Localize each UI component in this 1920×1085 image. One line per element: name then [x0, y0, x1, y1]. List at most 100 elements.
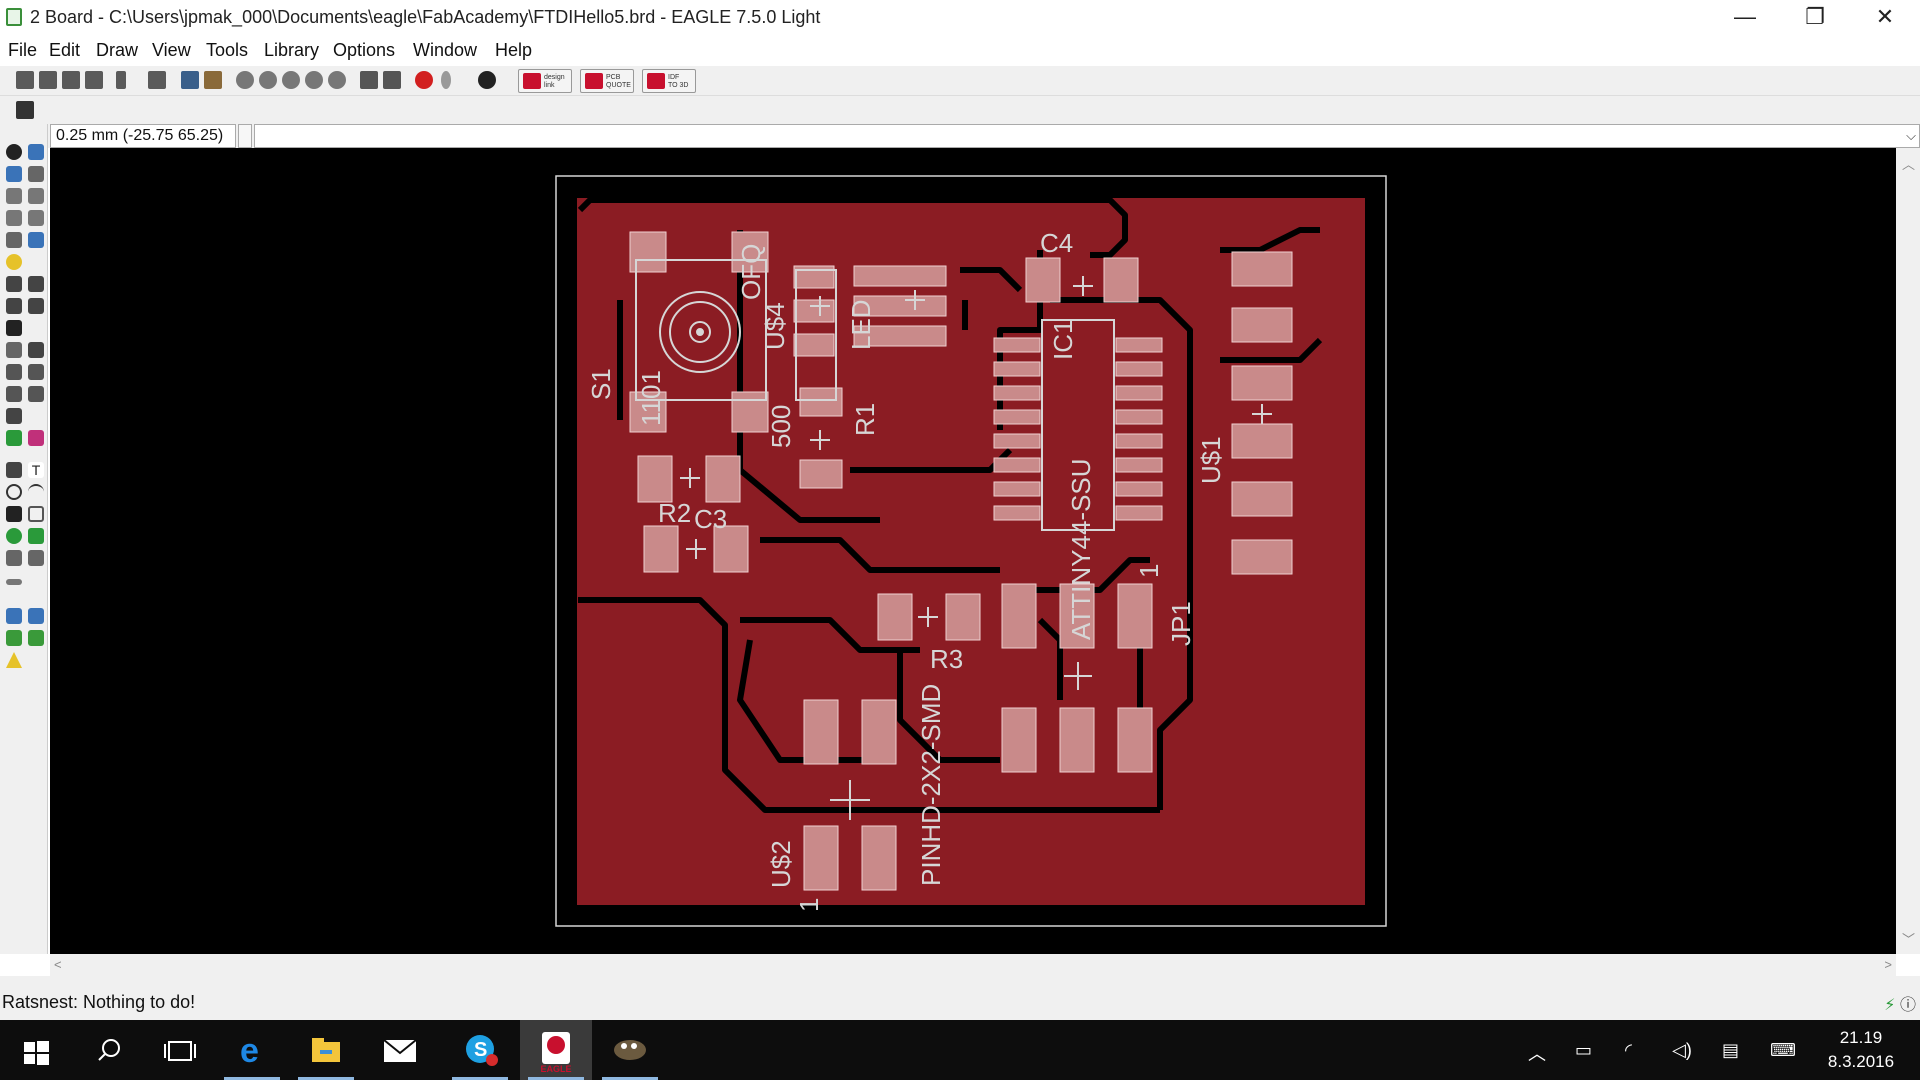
paste-icon[interactable] — [6, 254, 22, 270]
open-icon[interactable] — [16, 71, 34, 89]
show-icon[interactable] — [28, 144, 44, 160]
vertical-scrollbar[interactable]: ︿ ﹀ — [1896, 148, 1920, 954]
show-hidden-icons[interactable]: ︿ — [1528, 1040, 1546, 1066]
menu-window[interactable]: Window — [413, 40, 477, 61]
board-icon[interactable] — [181, 71, 199, 89]
ripup-icon[interactable] — [28, 430, 44, 446]
lightning-icon[interactable]: ⚡ — [1884, 997, 1895, 1014]
name-icon[interactable] — [28, 298, 44, 314]
scroll-left-icon[interactable]: < — [54, 957, 62, 972]
erc-icon[interactable] — [28, 630, 44, 646]
menu-options[interactable]: Options — [333, 40, 395, 61]
attribute-icon[interactable] — [28, 550, 44, 566]
menu-library[interactable]: Library — [264, 40, 319, 61]
redo-icon[interactable] — [383, 71, 401, 89]
polygon-icon[interactable] — [28, 506, 44, 522]
skype-button[interactable]: S — [444, 1020, 516, 1080]
idf-to-3d-button[interactable]: IDF TO 3D — [642, 69, 696, 93]
eagle-button[interactable]: EAGLE — [520, 1020, 592, 1080]
add-icon[interactable] — [28, 276, 44, 292]
signal-icon[interactable] — [28, 528, 44, 544]
go-icon[interactable] — [441, 71, 451, 89]
menu-help[interactable]: Help — [495, 40, 532, 61]
display-icon[interactable] — [6, 166, 22, 182]
value-icon[interactable] — [28, 342, 44, 358]
menu-tools[interactable]: Tools — [206, 40, 248, 61]
design-link-button[interactable]: design link — [518, 69, 572, 93]
meander-icon[interactable] — [6, 408, 22, 424]
task-view-button[interactable] — [144, 1020, 216, 1080]
board-canvas[interactable]: S1 C4 R1 500 LED U$4 U$1 U$2 R2 C3 R3 IC… — [50, 148, 1896, 954]
schematic-icon[interactable] — [204, 71, 222, 89]
gimp-button[interactable] — [594, 1020, 666, 1080]
wifi-icon[interactable]: ◜ — [1625, 1040, 1632, 1061]
group-icon[interactable] — [6, 232, 22, 248]
optimize-icon[interactable] — [6, 386, 22, 402]
file-explorer-button[interactable] — [290, 1020, 362, 1080]
zoom-out-icon[interactable] — [282, 71, 300, 89]
menu-file[interactable]: File — [8, 40, 37, 61]
rotate-icon[interactable] — [28, 210, 44, 226]
maximize-button[interactable]: ❐ — [1780, 0, 1850, 36]
info-icon[interactable] — [6, 144, 22, 160]
close-button[interactable]: ✕ — [1850, 0, 1920, 36]
scroll-down-icon[interactable]: ﹀ — [1902, 929, 1915, 948]
action-center-icon[interactable]: ▤ — [1722, 1040, 1739, 1061]
via-icon[interactable] — [6, 528, 22, 544]
start-button[interactable] — [0, 1020, 72, 1080]
stop-icon[interactable] — [415, 71, 433, 89]
ratsnest-icon[interactable] — [6, 608, 22, 624]
keyboard-icon[interactable]: ⌨ — [1770, 1040, 1796, 1061]
change-icon[interactable] — [28, 232, 44, 248]
menu-edit[interactable]: Edit — [49, 40, 80, 61]
rect-icon[interactable] — [6, 506, 22, 522]
info-status-icon[interactable]: ⓘ — [1900, 997, 1916, 1014]
menu-draw[interactable]: Draw — [96, 40, 138, 61]
hole-icon[interactable] — [6, 550, 22, 566]
text-icon[interactable]: T — [28, 462, 44, 478]
script-icon[interactable] — [116, 71, 126, 89]
wire-icon[interactable] — [6, 430, 22, 446]
mail-button[interactable] — [364, 1020, 436, 1080]
auto-icon[interactable] — [28, 608, 44, 624]
lock-icon[interactable] — [6, 320, 22, 336]
copy-icon[interactable] — [28, 188, 44, 204]
search-button[interactable] — [72, 1020, 144, 1080]
print-icon[interactable] — [62, 71, 80, 89]
scroll-up-icon[interactable]: ︿ — [1902, 154, 1915, 173]
miter-icon[interactable] — [28, 364, 44, 380]
smash-icon[interactable] — [6, 342, 22, 358]
pcb-quote-button[interactable]: PCB QUOTE — [580, 69, 634, 93]
delete-icon[interactable] — [6, 276, 22, 292]
edge-button[interactable]: e — [216, 1020, 288, 1080]
save-icon[interactable] — [39, 71, 57, 89]
help-icon[interactable] — [478, 71, 496, 89]
volume-icon[interactable]: ◁) — [1672, 1040, 1692, 1061]
chevron-down-icon[interactable]: ⌵ — [1906, 128, 1916, 144]
undo-icon[interactable] — [360, 71, 378, 89]
zoom-redraw-icon[interactable] — [305, 71, 323, 89]
drc-icon[interactable] — [6, 630, 22, 646]
layers-icon[interactable] — [148, 71, 166, 89]
grid-icon[interactable] — [16, 101, 34, 119]
dimension-icon[interactable] — [6, 579, 22, 585]
cam-icon[interactable] — [85, 71, 103, 89]
zoom-select-icon[interactable] — [328, 71, 346, 89]
arc-icon[interactable] — [28, 484, 44, 500]
circle-icon[interactable] — [6, 484, 22, 500]
errors-icon[interactable] — [6, 652, 22, 668]
zoom-fit-icon[interactable] — [236, 71, 254, 89]
coordinate-toggle[interactable] — [238, 124, 252, 148]
move-icon[interactable] — [6, 188, 22, 204]
command-input[interactable] — [254, 124, 1920, 148]
horizontal-scrollbar[interactable]: < > — [50, 954, 1896, 976]
mirror-icon[interactable] — [6, 210, 22, 226]
replace-icon[interactable] — [6, 298, 22, 314]
battery-icon[interactable]: ▭ — [1575, 1040, 1592, 1061]
minimize-button[interactable]: — — [1710, 0, 1780, 36]
mark-icon[interactable] — [28, 166, 44, 182]
split-icon[interactable] — [6, 364, 22, 380]
scroll-right-icon[interactable]: > — [1884, 957, 1892, 972]
menu-view[interactable]: View — [152, 40, 191, 61]
zoom-in-icon[interactable] — [259, 71, 277, 89]
